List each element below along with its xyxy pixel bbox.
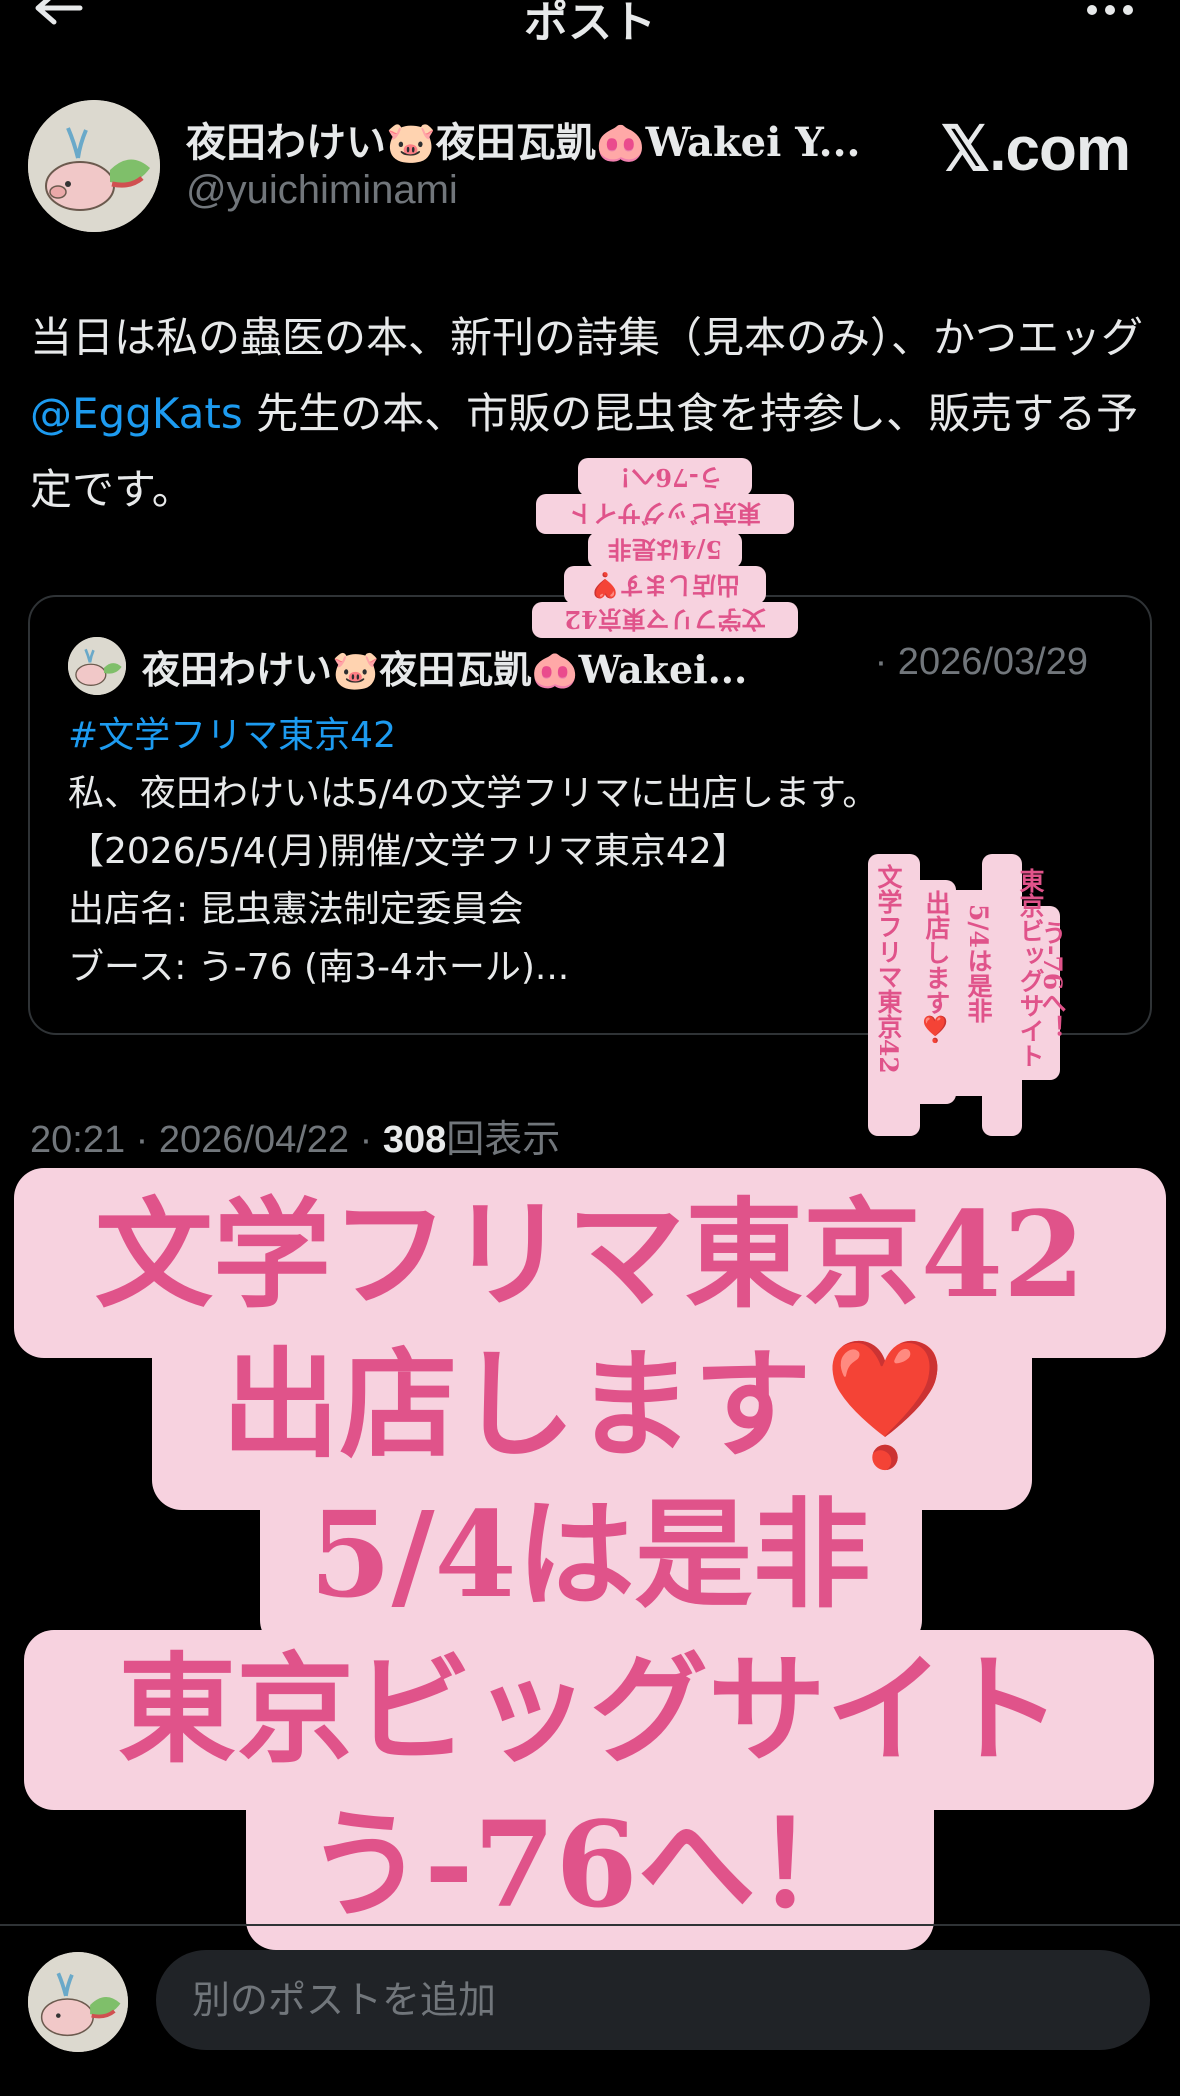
sticker-large-line: う-76へ！ <box>306 1795 874 1934</box>
more-horizontal-icon[interactable] <box>1080 0 1140 26</box>
reply-divider <box>0 1924 1180 1926</box>
sticker-vertical: 東京ビッグサイト う-76へ！ 5/4は是非 出店します❣️ 文学フリマ東京42 <box>862 850 1067 1140</box>
meta-separator: · <box>349 1119 383 1161</box>
page-title: ポスト <box>524 0 656 48</box>
meta-separator: · <box>125 1119 159 1161</box>
quoted-line: 私、夜田わけいは5/4の文学フリマに出店します。 <box>68 773 879 814</box>
author-avatar[interactable] <box>28 100 160 232</box>
x-watermark: 𝕏.com <box>940 115 1131 184</box>
sticker-upside-down: 文学フリマ東京42 出店します❣️ 5/4は是非 東京ビッグサイト う-76へ！ <box>530 456 800 640</box>
sticker-large-line: 5/4は是非 <box>309 1485 871 1624</box>
sticker-small-line: 文学フリマ東京42 <box>564 605 766 634</box>
quoted-post-date: · 2026/03/29 <box>874 641 1088 683</box>
post-time: 20:21 <box>30 1119 126 1161</box>
post-text-before: 当日は私の蟲医の本、新刊の詩集（見本のみ）、かつエッグ <box>30 313 1144 362</box>
sticker-large-line: 東京ビッグサイト <box>117 1640 1062 1779</box>
view-count-label[interactable]: 回表示 <box>446 1119 560 1161</box>
sticker-small-line: 出店します❣️ <box>590 571 740 600</box>
sticker-vertical-line: 出店します❣️ <box>922 890 951 1046</box>
sticker-vertical-line: 5/4は是非 <box>964 904 993 1023</box>
author-handle[interactable]: @yuichiminami <box>186 168 458 213</box>
quoted-author-avatar <box>68 637 126 695</box>
sticker-large: 文学フリマ東京42 出店します❣️ 5/4は是非 東京ビッグサイト う-76へ！ <box>0 1160 1180 1960</box>
sticker-vertical-line: う-76へ！ <box>1038 920 1067 1041</box>
sticker-small-line: 東京ビッグサイト <box>569 499 761 528</box>
sticker-small-line: う-76へ！ <box>607 463 723 492</box>
sticker-small-line: 5/4は是非 <box>607 535 723 564</box>
post-date: 2026/04/22 <box>158 1119 350 1161</box>
top-bar: ポスト <box>0 0 1180 48</box>
add-post-input[interactable] <box>156 1950 1150 2050</box>
author-display-name[interactable]: 夜田わけい🐷夜田瓦凱🐽Wakei Y... <box>186 110 916 168</box>
quoted-author-name: 夜田わけい🐷夜田瓦凱🐽Wakei... <box>142 647 748 692</box>
quoted-hashtag[interactable]: #文学フリマ東京42 <box>68 707 1128 765</box>
mention-link[interactable]: @EggKats <box>30 389 243 438</box>
sticker-large-line: 出店します❣️ <box>221 1335 959 1474</box>
current-user-avatar[interactable] <box>28 1952 128 2052</box>
sticker-vertical-line: 文学フリマ東京42 <box>874 864 903 1074</box>
post-meta: 20:21 · 2026/04/22 · 308回表示 <box>30 1108 560 1163</box>
sticker-large-line: 文学フリマ東京42 <box>94 1185 1086 1324</box>
view-count[interactable]: 308 <box>383 1119 446 1161</box>
